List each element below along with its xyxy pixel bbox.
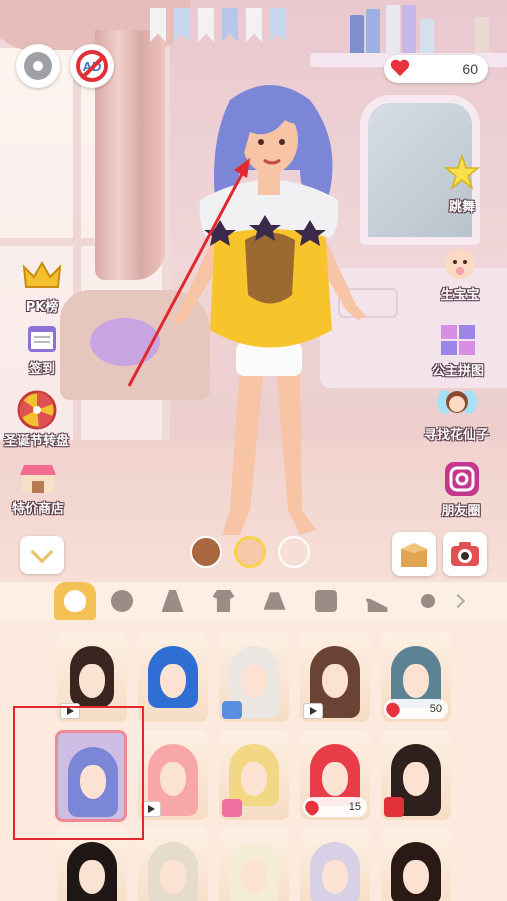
tabs-more-chevron-icon[interactable] (450, 593, 466, 609)
skin-tone-dark[interactable] (190, 536, 222, 568)
wheel-icon (15, 390, 59, 430)
makeup-icon (110, 590, 133, 612)
skin-tone-pale[interactable] (278, 536, 310, 568)
feature-checkin[interactable]: 签到 (20, 318, 64, 377)
category-tabs (0, 582, 507, 620)
feature-label: 朋友圈 (441, 504, 481, 519)
skin-tone-light[interactable] (234, 536, 266, 568)
hair-item[interactable] (300, 828, 370, 901)
dance-icon (440, 154, 484, 196)
heart-count: 60 (462, 61, 478, 77)
feature-label: 跳舞 (448, 200, 475, 215)
collapse-button[interactable] (20, 536, 64, 574)
tab-makeup[interactable] (96, 582, 147, 620)
hair-item[interactable]: 15 (300, 730, 370, 820)
feature-princess-puzzle[interactable]: 公主拼图 (432, 320, 484, 379)
hair-item[interactable] (138, 632, 208, 722)
feature-label: PK榜 (25, 300, 59, 315)
price-tag: 50 (383, 699, 448, 719)
tab-skirt[interactable] (249, 582, 300, 620)
feature-label: 签到 (28, 362, 55, 377)
heel-shoe-icon (365, 598, 388, 612)
tab-top[interactable] (198, 582, 249, 620)
feature-label: 寻找花仙子 (424, 428, 490, 443)
box-icon (401, 543, 427, 567)
hair-item[interactable] (219, 632, 289, 722)
dressup-scene (0, 0, 507, 582)
hair-icon (64, 590, 86, 612)
tab-accessories[interactable] (402, 582, 453, 620)
crown-icon (20, 256, 64, 296)
tab-bag[interactable] (300, 582, 351, 620)
tab-dress[interactable] (147, 582, 198, 620)
tab-hair[interactable] (54, 582, 96, 620)
feature-sale-shop[interactable]: 特价商店 (12, 458, 64, 517)
chevron-down-icon (30, 540, 54, 564)
hair-item[interactable] (138, 730, 208, 820)
pillow (90, 318, 160, 366)
video-ad-icon (141, 801, 161, 817)
shop-icon (16, 458, 60, 498)
heart-icon (302, 797, 322, 817)
heart-currency[interactable]: 60 (384, 55, 488, 83)
shop-badge-icon (222, 799, 242, 817)
tab-shoes[interactable] (351, 582, 402, 620)
earrings-icon (420, 594, 435, 608)
remove-ads-button[interactable]: AD (70, 44, 114, 88)
hair-item[interactable] (219, 828, 289, 901)
feature-pk-rank[interactable]: PK榜 (20, 256, 64, 315)
hair-item[interactable] (381, 828, 451, 901)
badge-icon (222, 701, 242, 719)
fairy-icon (435, 384, 479, 424)
feature-find-fairy[interactable]: 寻找花仙子 (424, 384, 489, 443)
wardrobe-box-button[interactable] (392, 532, 436, 576)
hair-item[interactable]: 50 (381, 632, 451, 722)
hair-item[interactable] (381, 730, 451, 820)
selection-highlight-box (13, 706, 144, 840)
character-avatar[interactable] (160, 80, 380, 550)
puzzle-icon (436, 320, 480, 360)
camera-icon (451, 542, 479, 566)
heart-icon (390, 60, 410, 78)
calendar-icon (20, 318, 64, 358)
shirt-icon (212, 590, 235, 612)
no-ads-icon: AD (76, 50, 108, 82)
skin-tone-selector (190, 536, 310, 568)
feature-label: 生宝宝 (440, 288, 480, 303)
hair-item[interactable] (219, 730, 289, 820)
settings-button[interactable] (16, 44, 60, 88)
video-ad-icon (303, 703, 323, 719)
gift-icon (384, 797, 404, 817)
instagram-icon (439, 460, 483, 500)
feature-label: 特价商店 (12, 502, 65, 517)
gear-icon (24, 52, 52, 80)
feature-moments[interactable]: 朋友圈 (439, 460, 483, 519)
hair-item[interactable] (300, 632, 370, 722)
bag-icon (314, 590, 337, 612)
hair-item[interactable] (138, 828, 208, 901)
dress-icon (161, 590, 184, 612)
heart-icon (383, 699, 403, 719)
price-tag: 15 (302, 797, 367, 817)
feature-have-baby[interactable]: 生宝宝 (438, 244, 482, 303)
skirt-icon (263, 592, 286, 610)
feature-label: 圣诞节转盘 (4, 434, 70, 449)
feature-christmas-wheel[interactable]: 圣诞节转盘 (4, 390, 69, 449)
baby-icon (438, 244, 482, 284)
feature-dance[interactable]: 跳舞 (440, 154, 484, 215)
camera-button[interactable] (443, 532, 487, 576)
feature-label: 公主拼图 (432, 364, 485, 379)
